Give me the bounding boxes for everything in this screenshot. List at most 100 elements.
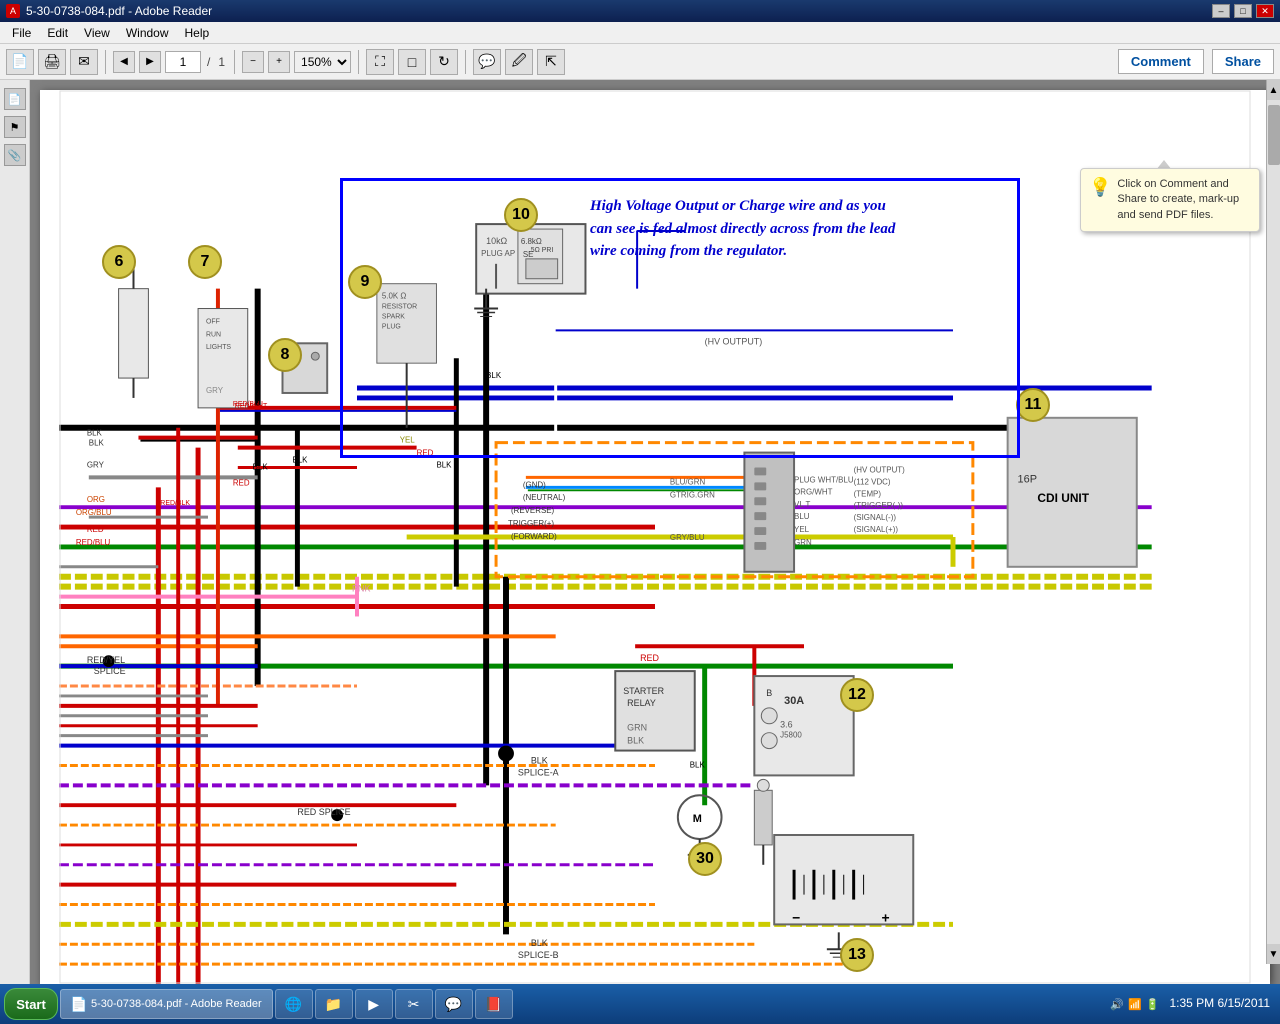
page-number-input[interactable] (165, 51, 201, 73)
select-tool-button[interactable]: ⇱ (537, 49, 565, 75)
svg-text:SPLICE: SPLICE (94, 666, 126, 676)
comment-button[interactable]: Comment (1118, 49, 1204, 74)
svg-text:BLK: BLK (89, 439, 105, 448)
svg-text:RED/YEL: RED/YEL (87, 655, 125, 665)
attachments-panel-icon[interactable]: 📎 (4, 144, 26, 166)
titlebar-left: A 5-30-0738-084.pdf - Adobe Reader (6, 4, 212, 18)
minimize-button[interactable]: – (1212, 4, 1230, 18)
svg-text:BLK: BLK (87, 429, 103, 438)
svg-text:BLU/GRN: BLU/GRN (670, 477, 706, 486)
fit-page-button[interactable]: ⛶ (366, 49, 394, 75)
svg-text:RED SPLICE: RED SPLICE (297, 807, 350, 817)
start-button[interactable]: Start (4, 988, 58, 1020)
taskbar-item-snip[interactable]: ✂ (395, 989, 433, 1019)
svg-text:M: M (693, 813, 702, 825)
menu-edit[interactable]: Edit (39, 24, 76, 42)
print-button[interactable]: 🖨 (38, 49, 66, 75)
new-button[interactable]: 📄 (6, 49, 34, 75)
svg-text:BLK: BLK (292, 455, 308, 464)
share-button[interactable]: Share (1212, 49, 1274, 74)
system-clock: 1:35 PM 6/15/2011 (1163, 996, 1276, 1012)
pdf-content-area: 16P CDI UNIT 10kΩ PLUG AP (30, 80, 1280, 994)
svg-text:GRY: GRY (206, 386, 224, 395)
svg-text:(TRIGGER(-)): (TRIGGER(-)) (854, 501, 904, 510)
svg-text:GRN: GRN (794, 538, 812, 547)
svg-text:GRY: GRY (87, 460, 105, 469)
svg-text:SPLICE-A: SPLICE-A (518, 767, 559, 777)
svg-text:(FORWARD): (FORWARD) (511, 532, 557, 541)
markup-tool-button[interactable]: 🖉 (505, 49, 533, 75)
titlebar-controls[interactable]: – □ ✕ (1212, 4, 1274, 18)
svg-text:GTRIG.GRN: GTRIG.GRN (670, 490, 715, 499)
taskbar: Start 📄 5-30-0738-084.pdf - Adobe Reader… (0, 984, 1280, 1024)
svg-text:30A: 30A (784, 695, 804, 707)
svg-text:J5800: J5800 (780, 731, 802, 740)
system-tray: 🔊 📶 🔋 1:35 PM 6/15/2011 (1110, 996, 1276, 1012)
snip-taskbar-icon: ✂ (406, 996, 422, 1012)
svg-text:PLUG: PLUG (382, 323, 401, 330)
scroll-up-button[interactable]: ▲ (1267, 80, 1280, 100)
taskbar-item-adobe[interactable]: 📄 5-30-0738-084.pdf - Adobe Reader (60, 989, 273, 1019)
svg-text:RESISTOR: RESISTOR (382, 304, 417, 311)
fit-width-button[interactable]: □ (398, 49, 426, 75)
media-taskbar-icon: ▶ (366, 996, 382, 1012)
svg-text:GRN: GRN (627, 723, 647, 733)
svg-text:LIGHTS: LIGHTS (206, 344, 231, 351)
adobe-taskbar-icon: 📄 (71, 996, 87, 1012)
separator-4 (465, 50, 466, 74)
zoom-selector[interactable]: 150% 100% 75% 200% (294, 51, 351, 73)
svg-text:RED/BLU: RED/BLU (76, 538, 111, 547)
menu-file[interactable]: File (4, 24, 39, 42)
page-total: 1 (216, 55, 227, 69)
prev-page-button[interactable]: ◀ (113, 51, 135, 73)
svg-text:(HV OUTPUT): (HV OUTPUT) (705, 336, 763, 346)
bookmarks-panel-icon[interactable]: ⚑ (4, 116, 26, 138)
svg-text:PNK: PNK (352, 584, 370, 594)
zoom-out-button[interactable]: − (242, 51, 264, 73)
maximize-button[interactable]: □ (1234, 4, 1252, 18)
email-button[interactable]: ✉ (70, 49, 98, 75)
svg-text:RED/WHT: RED/WHT (235, 403, 268, 410)
svg-text:(GND): (GND) (523, 480, 546, 489)
pages-panel-icon[interactable]: 📄 (4, 88, 26, 110)
taskbar-item-explorer[interactable]: 📁 (315, 989, 353, 1019)
menu-view[interactable]: View (76, 24, 118, 42)
taskbar-item-ie[interactable]: 🌐 (275, 989, 313, 1019)
zoom-in-button[interactable]: + (268, 51, 290, 73)
taskbar-item-media[interactable]: ▶ (355, 989, 393, 1019)
number-6: 6 (102, 245, 136, 279)
rotate-button[interactable]: ↻ (430, 49, 458, 75)
ie-taskbar-icon: 🌐 (286, 996, 302, 1012)
svg-text:RED/BLK: RED/BLK (160, 500, 190, 507)
svg-text:RED: RED (417, 449, 434, 458)
number-8: 8 (268, 338, 302, 372)
annotation-tooltip-text: Click on Comment and Share to create, ma… (1117, 177, 1251, 223)
svg-text:YEL: YEL (794, 525, 810, 534)
taskbar-item-reader[interactable]: 📕 (475, 989, 513, 1019)
comment-tool-button[interactable]: 💬 (473, 49, 501, 75)
svg-text:5.0K Ω: 5.0K Ω (382, 292, 407, 301)
svg-text:+: + (881, 909, 889, 925)
next-page-button[interactable]: ▶ (139, 51, 161, 73)
svg-text:BLU: BLU (794, 512, 810, 521)
svg-text:−: − (792, 909, 800, 925)
svg-text:(HV OUTPUT): (HV OUTPUT) (854, 465, 906, 474)
taskbar-item-messenger[interactable]: 💬 (435, 989, 473, 1019)
annotation-text: High Voltage Output or Charge wire and a… (590, 195, 910, 263)
svg-text:RUN: RUN (206, 331, 221, 338)
menu-window[interactable]: Window (118, 24, 177, 42)
menu-help[interactable]: Help (177, 24, 218, 42)
svg-text:OFF: OFF (206, 318, 220, 325)
number-7: 7 (188, 245, 222, 279)
svg-text:BLK: BLK (690, 760, 706, 769)
svg-text:SPLICE-B: SPLICE-B (518, 950, 559, 960)
separator-1 (105, 50, 106, 74)
number-13: 13 (840, 938, 874, 972)
scroll-down-button[interactable]: ▼ (1267, 944, 1280, 964)
svg-text:YEL: YEL (400, 436, 416, 445)
scrollbar-vertical[interactable]: ▲ ▼ (1266, 80, 1280, 964)
tray-icon-2: 📶 (1128, 998, 1142, 1011)
scroll-thumb[interactable] (1268, 105, 1280, 165)
close-button[interactable]: ✕ (1256, 4, 1274, 18)
svg-text:CDI UNIT: CDI UNIT (1037, 491, 1089, 505)
